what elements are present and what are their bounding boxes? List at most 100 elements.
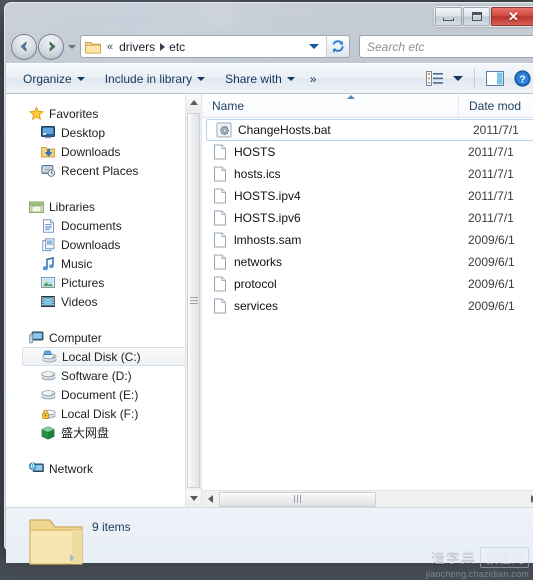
view-dropdown-button[interactable] — [448, 73, 468, 84]
search-box[interactable]: Search etc — [359, 35, 533, 58]
generic-file-icon — [214, 276, 226, 292]
help-button[interactable]: ? — [509, 67, 533, 90]
breadcrumb-item-etc[interactable]: etc — [167, 39, 187, 55]
breadcrumb-dropdown-button[interactable] — [306, 36, 322, 57]
forward-button[interactable] — [38, 33, 64, 60]
chevron-down-icon — [286, 76, 295, 81]
network-icon — [28, 461, 44, 477]
table-row[interactable]: hosts.ics 2011/7/1 — [202, 163, 533, 185]
column-header-name[interactable]: Name — [202, 94, 458, 117]
sidebar-label: Pictures — [61, 275, 105, 290]
horizontal-scrollbar[interactable] — [202, 490, 533, 507]
sidebar-item-cloud-drive[interactable]: 盛大网盘 — [6, 423, 201, 442]
nav-group-computer: Computer Local Disk (C:) Software (D:) D… — [6, 328, 201, 442]
sidebar-item-libraries[interactable]: Libraries — [6, 197, 201, 216]
generic-file-icon — [214, 254, 226, 270]
address-bar: « drivers etc Search etc — [5, 30, 533, 63]
sidebar-item-recent-places[interactable]: Recent Places — [6, 161, 201, 180]
table-row[interactable]: protocol 2009/6/1 — [202, 273, 533, 295]
sidebar-label: Downloads — [61, 144, 121, 159]
table-row[interactable]: ChangeHosts.bat 2011/7/1 — [206, 119, 533, 141]
table-row[interactable]: HOSTS 2011/7/1 — [202, 141, 533, 163]
sidebar-item-local-disk-c[interactable]: Local Disk (C:) — [22, 347, 195, 366]
history-dropdown-button[interactable] — [66, 37, 78, 57]
table-row[interactable]: networks 2009/6/1 — [202, 251, 533, 273]
sidebar-label: 盛大网盘 — [61, 426, 110, 440]
system-drive-icon — [41, 349, 57, 365]
refresh-button[interactable] — [326, 35, 350, 58]
sidebar-item-computer[interactable]: Computer — [6, 328, 201, 347]
sidebar-item-documents[interactable]: Documents — [6, 216, 201, 235]
sidebar-item-downloads-library[interactable]: Downloads — [6, 235, 201, 254]
star-icon — [28, 106, 44, 122]
generic-file-icon — [214, 298, 226, 314]
sidebar-item-network[interactable]: Network — [6, 459, 201, 478]
file-date: 2011/7/1 — [473, 123, 519, 137]
sidebar-label: Favorites — [49, 106, 99, 121]
sidebar-item-videos[interactable]: Videos — [6, 292, 201, 311]
back-button[interactable] — [11, 33, 37, 60]
file-date: 2009/6/1 — [468, 277, 515, 291]
file-name: ChangeHosts.bat — [238, 123, 331, 137]
sidebar-item-software-d[interactable]: Software (D:) — [6, 366, 201, 385]
watermark-url: jiaocheng.chazidian.com — [425, 569, 529, 579]
scrollbar-thumb[interactable] — [187, 113, 200, 488]
share-with-button[interactable]: Share with — [218, 68, 302, 90]
table-row[interactable]: HOSTS.ipv6 2011/7/1 — [202, 207, 533, 229]
sidebar-item-document-e[interactable]: Document (E:) — [6, 385, 201, 404]
share-with-label: Share with — [225, 71, 282, 86]
change-view-button[interactable] — [421, 68, 448, 89]
locked-drive-icon — [40, 406, 56, 422]
file-name-cell: lmhosts.sam — [202, 232, 458, 248]
file-name-cell: hosts.ics — [202, 166, 458, 182]
scroll-up-button[interactable] — [186, 94, 201, 111]
organize-button[interactable]: Organize — [16, 68, 92, 90]
maximize-button[interactable] — [463, 7, 490, 26]
minimize-button[interactable] — [435, 7, 462, 26]
navigation-scrollbar[interactable] — [185, 94, 201, 507]
file-rows: ChangeHosts.bat 2011/7/1 HOSTS 2011/7/1 … — [202, 119, 533, 317]
table-row[interactable]: lmhosts.sam 2009/6/1 — [202, 229, 533, 251]
close-button[interactable]: ✕ — [491, 7, 533, 26]
breadcrumb-item-drivers[interactable]: drivers — [117, 39, 157, 55]
nav-group-favorites: Favorites Desktop Downloads Recent Place… — [6, 104, 201, 180]
sidebar-label: Computer — [49, 330, 102, 345]
help-icon: ? — [514, 70, 531, 87]
downloads-icon — [40, 144, 56, 160]
sidebar-item-desktop[interactable]: Desktop — [6, 123, 201, 142]
file-name-cell: networks — [202, 254, 458, 270]
command-bar: Organize Include in library Share with » — [6, 63, 533, 94]
file-date: 2011/7/1 — [468, 167, 514, 181]
include-in-library-button[interactable]: Include in library — [98, 68, 212, 90]
hscrollbar-thumb[interactable] — [219, 491, 376, 507]
title-bar[interactable]: ✕ — [5, 3, 533, 30]
file-list-pane[interactable]: Name Date mod ChangeHosts.bat 2011/7/1 H… — [202, 94, 533, 507]
breadcrumb[interactable]: « drivers etc — [80, 35, 326, 58]
table-row[interactable]: services 2009/6/1 — [202, 295, 533, 317]
forward-arrow-icon — [49, 41, 55, 52]
scroll-down-button[interactable] — [186, 490, 201, 507]
file-date: 2011/7/1 — [468, 189, 514, 203]
file-name: hosts.ics — [234, 167, 281, 181]
navigation-pane[interactable]: Favorites Desktop Downloads Recent Place… — [6, 94, 202, 507]
scrollbar-grip — [189, 295, 198, 306]
sidebar-item-downloads[interactable]: Downloads — [6, 142, 201, 161]
command-divider — [474, 68, 475, 89]
sidebar-item-pictures[interactable]: Pictures — [6, 273, 201, 292]
search-input[interactable]: Search etc — [367, 40, 533, 54]
breadcrumb-separator-icon[interactable] — [157, 42, 167, 51]
scroll-left-button[interactable] — [202, 491, 219, 508]
command-overflow-button[interactable]: » — [302, 68, 324, 90]
breadcrumb-overflow[interactable]: « — [107, 41, 113, 53]
sidebar-item-music[interactable]: Music — [6, 254, 201, 273]
column-header-date-modified[interactable]: Date mod — [458, 94, 533, 117]
sidebar-item-local-disk-f[interactable]: Local Disk (F:) — [6, 404, 201, 423]
table-row[interactable]: HOSTS.ipv4 2011/7/1 — [202, 185, 533, 207]
recent-places-icon — [40, 163, 56, 179]
preview-pane-button[interactable] — [481, 68, 509, 89]
column-headers: Name Date mod — [202, 94, 533, 118]
scroll-right-button[interactable] — [525, 491, 533, 508]
scroll-down-icon — [190, 496, 198, 501]
sidebar-item-favorites[interactable]: Favorites — [6, 104, 201, 123]
desktop-icon — [40, 125, 56, 141]
